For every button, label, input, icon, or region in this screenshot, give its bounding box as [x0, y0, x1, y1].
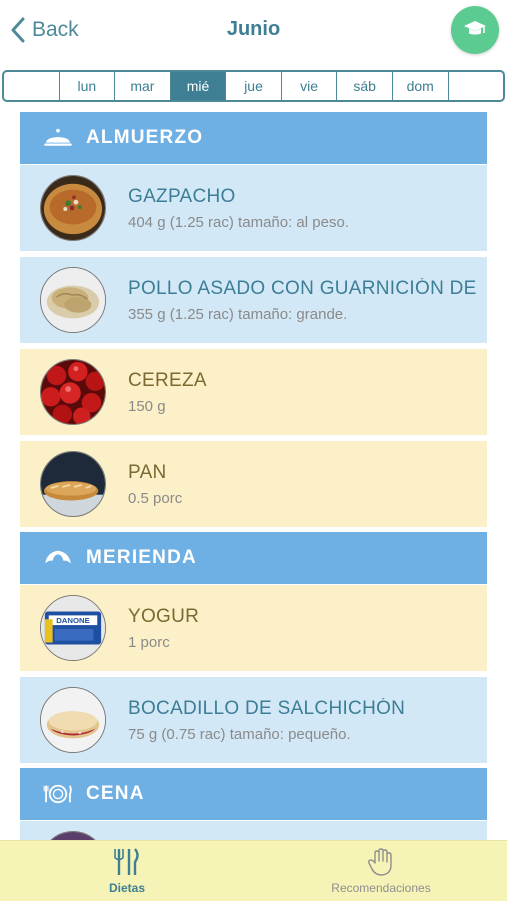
section-merienda: MERIENDA [20, 532, 487, 584]
section-cena: CENA [20, 768, 487, 820]
hand-icon [368, 848, 392, 876]
food-name: POLLO ASADO CON GUARNICIÓN DE [128, 277, 477, 299]
section-label: ALMUERZO [86, 127, 204, 148]
section-label: CENA [86, 783, 145, 804]
food-name: CEREZA [128, 369, 207, 391]
list-item[interactable]: CEREZA 150 g [20, 349, 487, 435]
nav-recomendaciones[interactable]: Recomendaciones [281, 847, 481, 895]
education-button[interactable] [451, 6, 499, 54]
food-name: GAZPACHO [128, 185, 236, 207]
top-bar: Back Junio [0, 0, 507, 64]
day-tab-mie[interactable]: mié [169, 72, 226, 100]
yogurt-image: DANONE [40, 595, 106, 661]
food-detail: 1 porc [128, 633, 170, 651]
meal-list[interactable]: ALMUERZO GAZPACHO 404 g (1.25 rac) tamañ… [20, 112, 487, 840]
list-item[interactable]: DANONE YOGUR 1 porc [20, 585, 487, 671]
day-tab-empty-start[interactable] [4, 72, 59, 100]
day-tab-empty-end[interactable] [447, 72, 504, 100]
nav-label: Recomendaciones [331, 881, 431, 895]
bottom-nav: Dietas Recomendaciones [0, 840, 507, 901]
roast-chicken-image [40, 267, 106, 333]
sandwich-image [40, 687, 106, 753]
food-detail: 75 g (0.75 rac) tamaño: pequeño. [128, 725, 351, 743]
plate-cutlery-icon [40, 780, 76, 808]
food-name: YOGUR [128, 605, 200, 627]
list-item[interactable]: GAZPACHO 404 g (1.25 rac) tamaño: al pes… [20, 165, 487, 251]
nav-label: Dietas [108, 881, 146, 895]
svg-text:DANONE: DANONE [56, 616, 90, 625]
day-tab-dom[interactable]: dom [391, 72, 448, 100]
list-item[interactable]: BOCADILLO DE SALCHICHÓN 75 g (0.75 rac) … [20, 677, 487, 763]
croissant-icon [40, 544, 76, 572]
day-tab-mar[interactable]: mar [114, 72, 170, 100]
food-name: BOCADILLO DE SALCHICHÓN [128, 697, 406, 719]
day-tab-lun[interactable]: lun [58, 72, 115, 100]
food-detail: 150 g [128, 397, 166, 415]
day-tab-jue[interactable]: jue [225, 72, 281, 100]
bread-image [40, 451, 106, 517]
food-detail: 0.5 porc [128, 489, 183, 507]
cherries-image [40, 359, 106, 425]
section-label: MERIENDA [86, 547, 197, 568]
serving-cloche-icon [40, 124, 76, 152]
page-title: Junio [226, 18, 281, 40]
day-selector: lun mar mié jue vie sáb dom [2, 70, 505, 102]
day-tab-sab[interactable]: sáb [336, 72, 392, 100]
food-detail: 355 g (1.25 rac) tamaño: grande. [128, 305, 348, 323]
food-image-partial [40, 831, 106, 840]
nav-dietas[interactable]: Dietas [27, 847, 227, 895]
section-almuerzo: ALMUERZO [20, 112, 487, 164]
cutlery-icon [114, 848, 139, 875]
gazpacho-image [40, 175, 106, 241]
list-item-partial[interactable] [20, 821, 487, 840]
list-item[interactable]: POLLO ASADO CON GUARNICIÓN DE 355 g (1.2… [20, 257, 487, 343]
food-name: PAN [128, 461, 167, 483]
food-detail: 404 g (1.25 rac) tamaño: al peso. [128, 213, 349, 231]
day-tab-vie[interactable]: vie [280, 72, 337, 100]
graduation-cap-icon [464, 21, 486, 35]
list-item[interactable]: PAN 0.5 porc [20, 441, 487, 527]
